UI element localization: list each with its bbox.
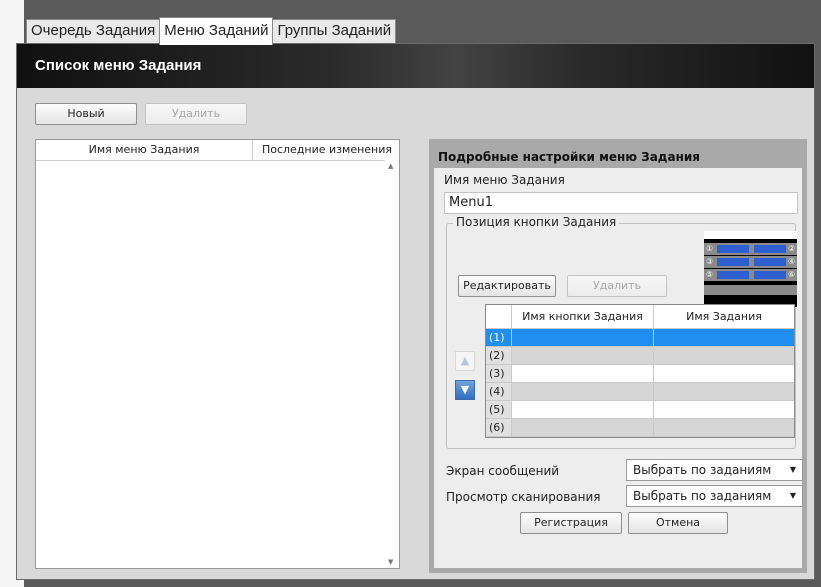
row-number: (5) xyxy=(486,401,512,419)
panel-title: Список меню Задания xyxy=(35,57,202,74)
menu-name-input[interactable]: Menu1 xyxy=(444,192,798,214)
button-name-cell xyxy=(512,329,654,347)
scan-view-select[interactable]: Выбрать по заданиям ▼ xyxy=(626,485,803,507)
edit-button[interactable]: Редактировать xyxy=(458,275,556,297)
preview-row-3: ⑤ ⑥ xyxy=(704,269,797,281)
job-name-cell xyxy=(654,365,794,383)
button-position-group: Позиция кнопки Задания ① ② ③ ④ ⑤ ⑥ Редак… xyxy=(446,215,797,449)
preview-row-1: ① ② xyxy=(704,243,797,255)
job-name-cell xyxy=(654,329,794,347)
message-screen-label: Экран сообщений xyxy=(446,464,560,478)
preview-num-3: ③ xyxy=(706,257,714,266)
grid-header: Имя кнопки Задания Имя Задания xyxy=(486,305,794,329)
cancel-button[interactable]: Отмена xyxy=(628,512,728,534)
app-window: Очередь Задания Меню Заданий Группы Зада… xyxy=(0,0,821,587)
preview-bottom-strip xyxy=(704,285,797,295)
delete-button-position[interactable]: Удалить xyxy=(567,275,667,297)
preview-num-2: ② xyxy=(788,244,796,253)
details-panel: Подробные настройки меню Задания Имя мен… xyxy=(429,139,807,573)
delete-menu-button[interactable]: Удалить xyxy=(145,103,247,125)
job-name-cell xyxy=(654,347,794,365)
preview-num-5: ⑤ xyxy=(706,270,714,279)
preview-top-strip xyxy=(704,231,797,239)
button-name-cell xyxy=(512,365,654,383)
scroll-up-icon[interactable]: ▲ xyxy=(388,162,393,170)
job-menu-panel: Список меню Задания Новый Удалить Имя ме… xyxy=(16,43,815,580)
grid-corner xyxy=(486,305,512,329)
panel-header: Список меню Задания xyxy=(17,44,814,88)
row-number: (1) xyxy=(486,329,512,347)
preview-row-2: ③ ④ xyxy=(704,256,797,268)
preview-button-1 xyxy=(717,245,749,253)
message-screen-value: Выбрать по заданиям xyxy=(633,463,772,477)
row-number: (3) xyxy=(486,365,512,383)
chevron-down-icon: ▼ xyxy=(789,491,796,500)
table-row[interactable]: (5) xyxy=(486,401,794,419)
preview-num-4: ④ xyxy=(788,257,796,266)
tab-job-menu[interactable]: Меню Заданий xyxy=(159,17,274,45)
scan-view-label: Просмотр сканирования xyxy=(446,490,601,504)
preview-num-1: ① xyxy=(706,244,714,253)
details-title: Подробные настройки меню Задания xyxy=(434,144,802,168)
job-button-grid[interactable]: Имя кнопки Задания Имя Задания (1) (2) (3)… xyxy=(485,304,795,438)
list-scrollbar[interactable]: ▲ ▼ xyxy=(385,160,399,568)
button-name-cell xyxy=(512,383,654,401)
tab-job-groups[interactable]: Группы Заданий xyxy=(272,19,397,43)
job-name-cell xyxy=(654,383,794,401)
button-position-legend: Позиция кнопки Задания xyxy=(453,215,620,229)
tab-job-queue[interactable]: Очередь Задания xyxy=(26,19,161,43)
row-number: (6) xyxy=(486,419,512,437)
preview-button-6 xyxy=(754,271,786,279)
list-header: Имя меню Задания Последние изменения xyxy=(36,140,399,161)
preview-button-5 xyxy=(717,271,749,279)
button-name-cell xyxy=(512,347,654,365)
table-row[interactable]: (4) xyxy=(486,383,794,401)
tab-bar: Очередь Задания Меню Заданий Группы Зада… xyxy=(26,17,397,45)
job-menu-list[interactable]: Имя меню Задания Последние изменения ▲ ▼ xyxy=(35,139,400,569)
table-row[interactable]: (1) xyxy=(486,329,794,347)
layout-preview: ① ② ③ ④ ⑤ ⑥ xyxy=(704,231,797,307)
table-row[interactable]: (6) xyxy=(486,419,794,437)
move-up-icon[interactable]: ▲ xyxy=(455,351,475,371)
job-name-cell xyxy=(654,419,794,437)
row-number: (2) xyxy=(486,347,512,365)
move-down-icon[interactable]: ▼ xyxy=(455,380,475,400)
column-last-modified[interactable]: Последние изменения xyxy=(253,140,401,160)
message-screen-select[interactable]: Выбрать по заданиям ▼ xyxy=(626,459,803,481)
scroll-down-icon[interactable]: ▼ xyxy=(388,558,393,566)
preview-num-6: ⑥ xyxy=(788,270,796,279)
job-name-cell xyxy=(654,401,794,419)
preview-button-2 xyxy=(754,245,786,253)
table-row[interactable]: (3) xyxy=(486,365,794,383)
table-row[interactable]: (2) xyxy=(486,347,794,365)
button-name-cell xyxy=(512,401,654,419)
preview-button-4 xyxy=(754,258,786,266)
new-button[interactable]: Новый xyxy=(35,103,137,125)
button-name-cell xyxy=(512,419,654,437)
chevron-down-icon: ▼ xyxy=(789,465,796,474)
column-job-name[interactable]: Имя Задания xyxy=(654,305,794,329)
column-button-name[interactable]: Имя кнопки Задания xyxy=(512,305,654,329)
register-button[interactable]: Регистрация xyxy=(520,512,622,534)
column-menu-name[interactable]: Имя меню Задания xyxy=(36,140,253,160)
scan-view-value: Выбрать по заданиям xyxy=(633,489,772,503)
row-number: (4) xyxy=(486,383,512,401)
preview-button-3 xyxy=(717,258,749,266)
menu-name-label: Имя меню Задания xyxy=(444,173,565,187)
